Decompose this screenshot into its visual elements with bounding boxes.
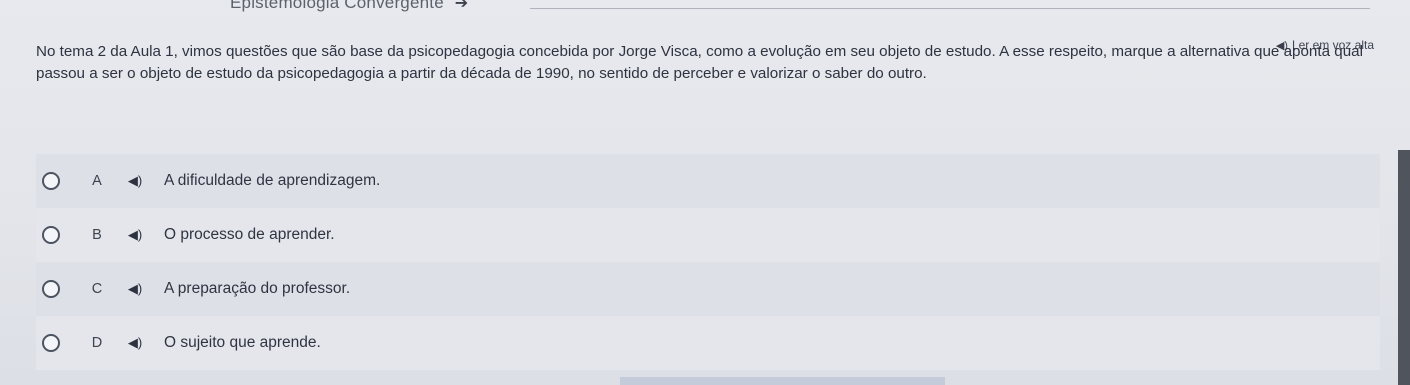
option-text: O sujeito que aprende. bbox=[164, 334, 321, 351]
speaker-icon[interactable]: ◀) bbox=[126, 227, 144, 243]
option-a[interactable]: A ◀) A dificuldade de aprendizagem. bbox=[36, 154, 1380, 208]
next-arrow-icon[interactable]: ➔ bbox=[455, 0, 469, 12]
answer-options: A ◀) A dificuldade de aprendizagem. B ◀)… bbox=[36, 154, 1380, 370]
option-letter: D bbox=[91, 335, 103, 351]
option-text: O processo de aprender. bbox=[164, 226, 335, 243]
speaker-icon[interactable]: ◀) bbox=[126, 281, 144, 297]
option-letter: B bbox=[92, 227, 102, 243]
question-page: Epistemologia Convergente ➔ ◀) Ler em vo… bbox=[0, 0, 1410, 385]
option-d[interactable]: D ◀) O sujeito que aprende. bbox=[36, 316, 1380, 370]
option-letter: C bbox=[91, 281, 103, 297]
option-text: A dificuldade de aprendizagem. bbox=[164, 172, 381, 189]
right-edge-shadow bbox=[1398, 150, 1410, 385]
question-text: No tema 2 da Aula 1, vimos questões que … bbox=[36, 43, 1363, 82]
radio-button[interactable] bbox=[42, 226, 60, 244]
option-b[interactable]: B ◀) O processo de aprender. bbox=[36, 208, 1380, 262]
radio-button[interactable] bbox=[42, 172, 60, 190]
option-text: A preparação do professor. bbox=[164, 280, 351, 297]
bottom-highlight bbox=[620, 377, 945, 385]
header-divider bbox=[530, 8, 1370, 9]
radio-button[interactable] bbox=[42, 280, 60, 298]
radio-button[interactable] bbox=[42, 334, 60, 352]
speaker-icon[interactable]: ◀) bbox=[126, 173, 144, 189]
option-letter: A bbox=[92, 173, 102, 189]
page-title: Epistemologia Convergente ➔ bbox=[230, 0, 468, 13]
speaker-icon[interactable]: ◀) bbox=[126, 335, 144, 351]
option-c[interactable]: C ◀) A preparação do professor. bbox=[36, 262, 1380, 316]
page-title-text: Epistemologia Convergente bbox=[230, 0, 444, 12]
